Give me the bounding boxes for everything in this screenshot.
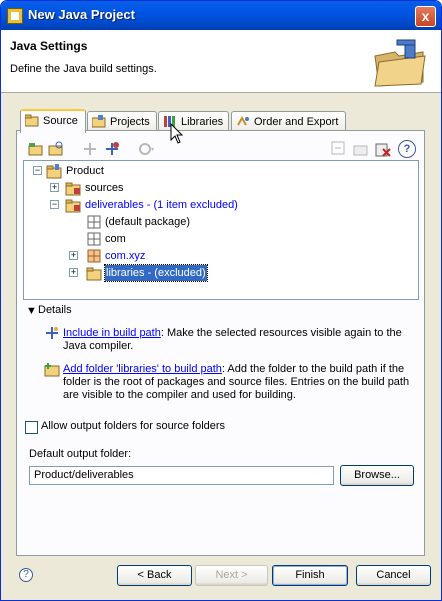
tree-item-sources[interactable]: + sources	[24, 180, 418, 196]
tree-item-label: Product	[66, 165, 104, 177]
include-icon	[46, 327, 58, 339]
page-title: Java Settings	[10, 39, 88, 53]
tab-source[interactable]: Source	[20, 109, 86, 133]
default-output-folder-label: Default output folder:	[29, 448, 132, 460]
tab-source-label: Source	[43, 115, 78, 127]
add-folder-description: Add folder 'libraries' to build path: Ad…	[63, 363, 413, 402]
collapse-icon[interactable]	[330, 140, 348, 158]
collapse-expander-icon[interactable]: −	[50, 200, 59, 209]
tree-item-label: libraries - (excluded)	[104, 264, 208, 282]
default-output-folder-field[interactable]: Product/deliverables	[29, 466, 334, 485]
package-icon	[87, 249, 101, 263]
title-bar[interactable]: New Java Project x	[1, 1, 441, 30]
java-folder-wizard-icon	[374, 39, 426, 87]
wizard-header: Java Settings Define the Java build sett…	[1, 30, 441, 93]
back-button[interactable]: < Back	[117, 565, 192, 586]
mouse-cursor-icon	[170, 123, 184, 144]
finish-button[interactable]: Finish	[272, 565, 348, 586]
projects-icon	[92, 115, 106, 128]
include-icon[interactable]	[81, 140, 99, 158]
details-collapse-icon[interactable]: ▼	[26, 305, 37, 317]
tree-item-label: (default package)	[105, 216, 190, 228]
expand-expander-icon[interactable]: +	[69, 268, 78, 277]
source-folder-tree[interactable]: − Product + sources − deliverables - (1 …	[23, 160, 419, 300]
java-project-icon	[7, 8, 23, 24]
collapse-expander-icon[interactable]: −	[33, 166, 42, 175]
tree-item-label: com	[105, 233, 126, 245]
help-button[interactable]: ?	[19, 568, 33, 582]
dialog-window: New Java Project x Java Settings Define …	[0, 0, 442, 601]
tree-item-com[interactable]: com	[24, 231, 418, 247]
allow-output-folders-label: Allow output folders for source folders	[41, 420, 226, 432]
java-project-icon	[46, 164, 62, 179]
tree-item-label: sources	[85, 182, 124, 194]
tree-item-deliverables[interactable]: − deliverables - (1 item excluded)	[24, 197, 418, 213]
page-description: Define the Java build settings.	[10, 63, 157, 75]
include-description: Include in build path: Make the selected…	[63, 327, 413, 353]
close-button[interactable]: x	[415, 6, 436, 27]
allow-output-folders-checkbox[interactable]	[25, 421, 38, 434]
tab-projects-label: Projects	[110, 116, 150, 128]
tree-item-product[interactable]: − Product	[24, 163, 418, 179]
package-icon	[87, 215, 101, 229]
exclude-icon[interactable]	[103, 140, 121, 158]
remove-icon[interactable]	[374, 140, 392, 158]
tree-item-label: com.xyz	[105, 250, 146, 262]
details-label[interactable]: Details	[38, 304, 72, 316]
source-toolbar: ?	[23, 136, 420, 162]
source-folder-icon	[65, 199, 81, 213]
package-icon	[87, 232, 101, 246]
tab-order-export-label: Order and Export	[254, 116, 339, 128]
browse-button[interactable]: Browse...	[340, 465, 414, 486]
folder-icon	[86, 267, 102, 281]
source-folder-icon	[25, 114, 39, 127]
configure-build-path-icon[interactable]	[137, 140, 155, 158]
add-folder-icon	[44, 363, 60, 377]
new-folder-icon[interactable]	[352, 140, 370, 158]
expand-expander-icon[interactable]: +	[69, 251, 78, 260]
include-in-build-path-link[interactable]: Include in build path	[63, 327, 161, 339]
source-folder-icon	[65, 182, 81, 196]
order-export-icon	[237, 115, 249, 126]
tab-libraries-label: Libraries	[181, 116, 224, 128]
tree-item-libraries[interactable]: + libraries - (excluded)	[24, 264, 418, 282]
add-source-folder-icon[interactable]	[27, 140, 45, 158]
tree-item-label: deliverables - (1 item excluded)	[85, 199, 238, 211]
add-folder-to-build-path-link[interactable]: Add folder 'libraries' to build path	[63, 363, 222, 375]
cancel-button[interactable]: Cancel	[356, 565, 431, 586]
help-icon[interactable]: ?	[398, 140, 416, 158]
window-title: New Java Project	[28, 7, 135, 22]
next-button[interactable]: Next >	[195, 565, 268, 586]
tree-item-com-xyz[interactable]: + com.xyz	[24, 248, 418, 264]
expand-expander-icon[interactable]: +	[50, 183, 59, 192]
tree-item-default-package[interactable]: (default package)	[24, 214, 418, 230]
link-source-icon[interactable]	[47, 140, 65, 158]
